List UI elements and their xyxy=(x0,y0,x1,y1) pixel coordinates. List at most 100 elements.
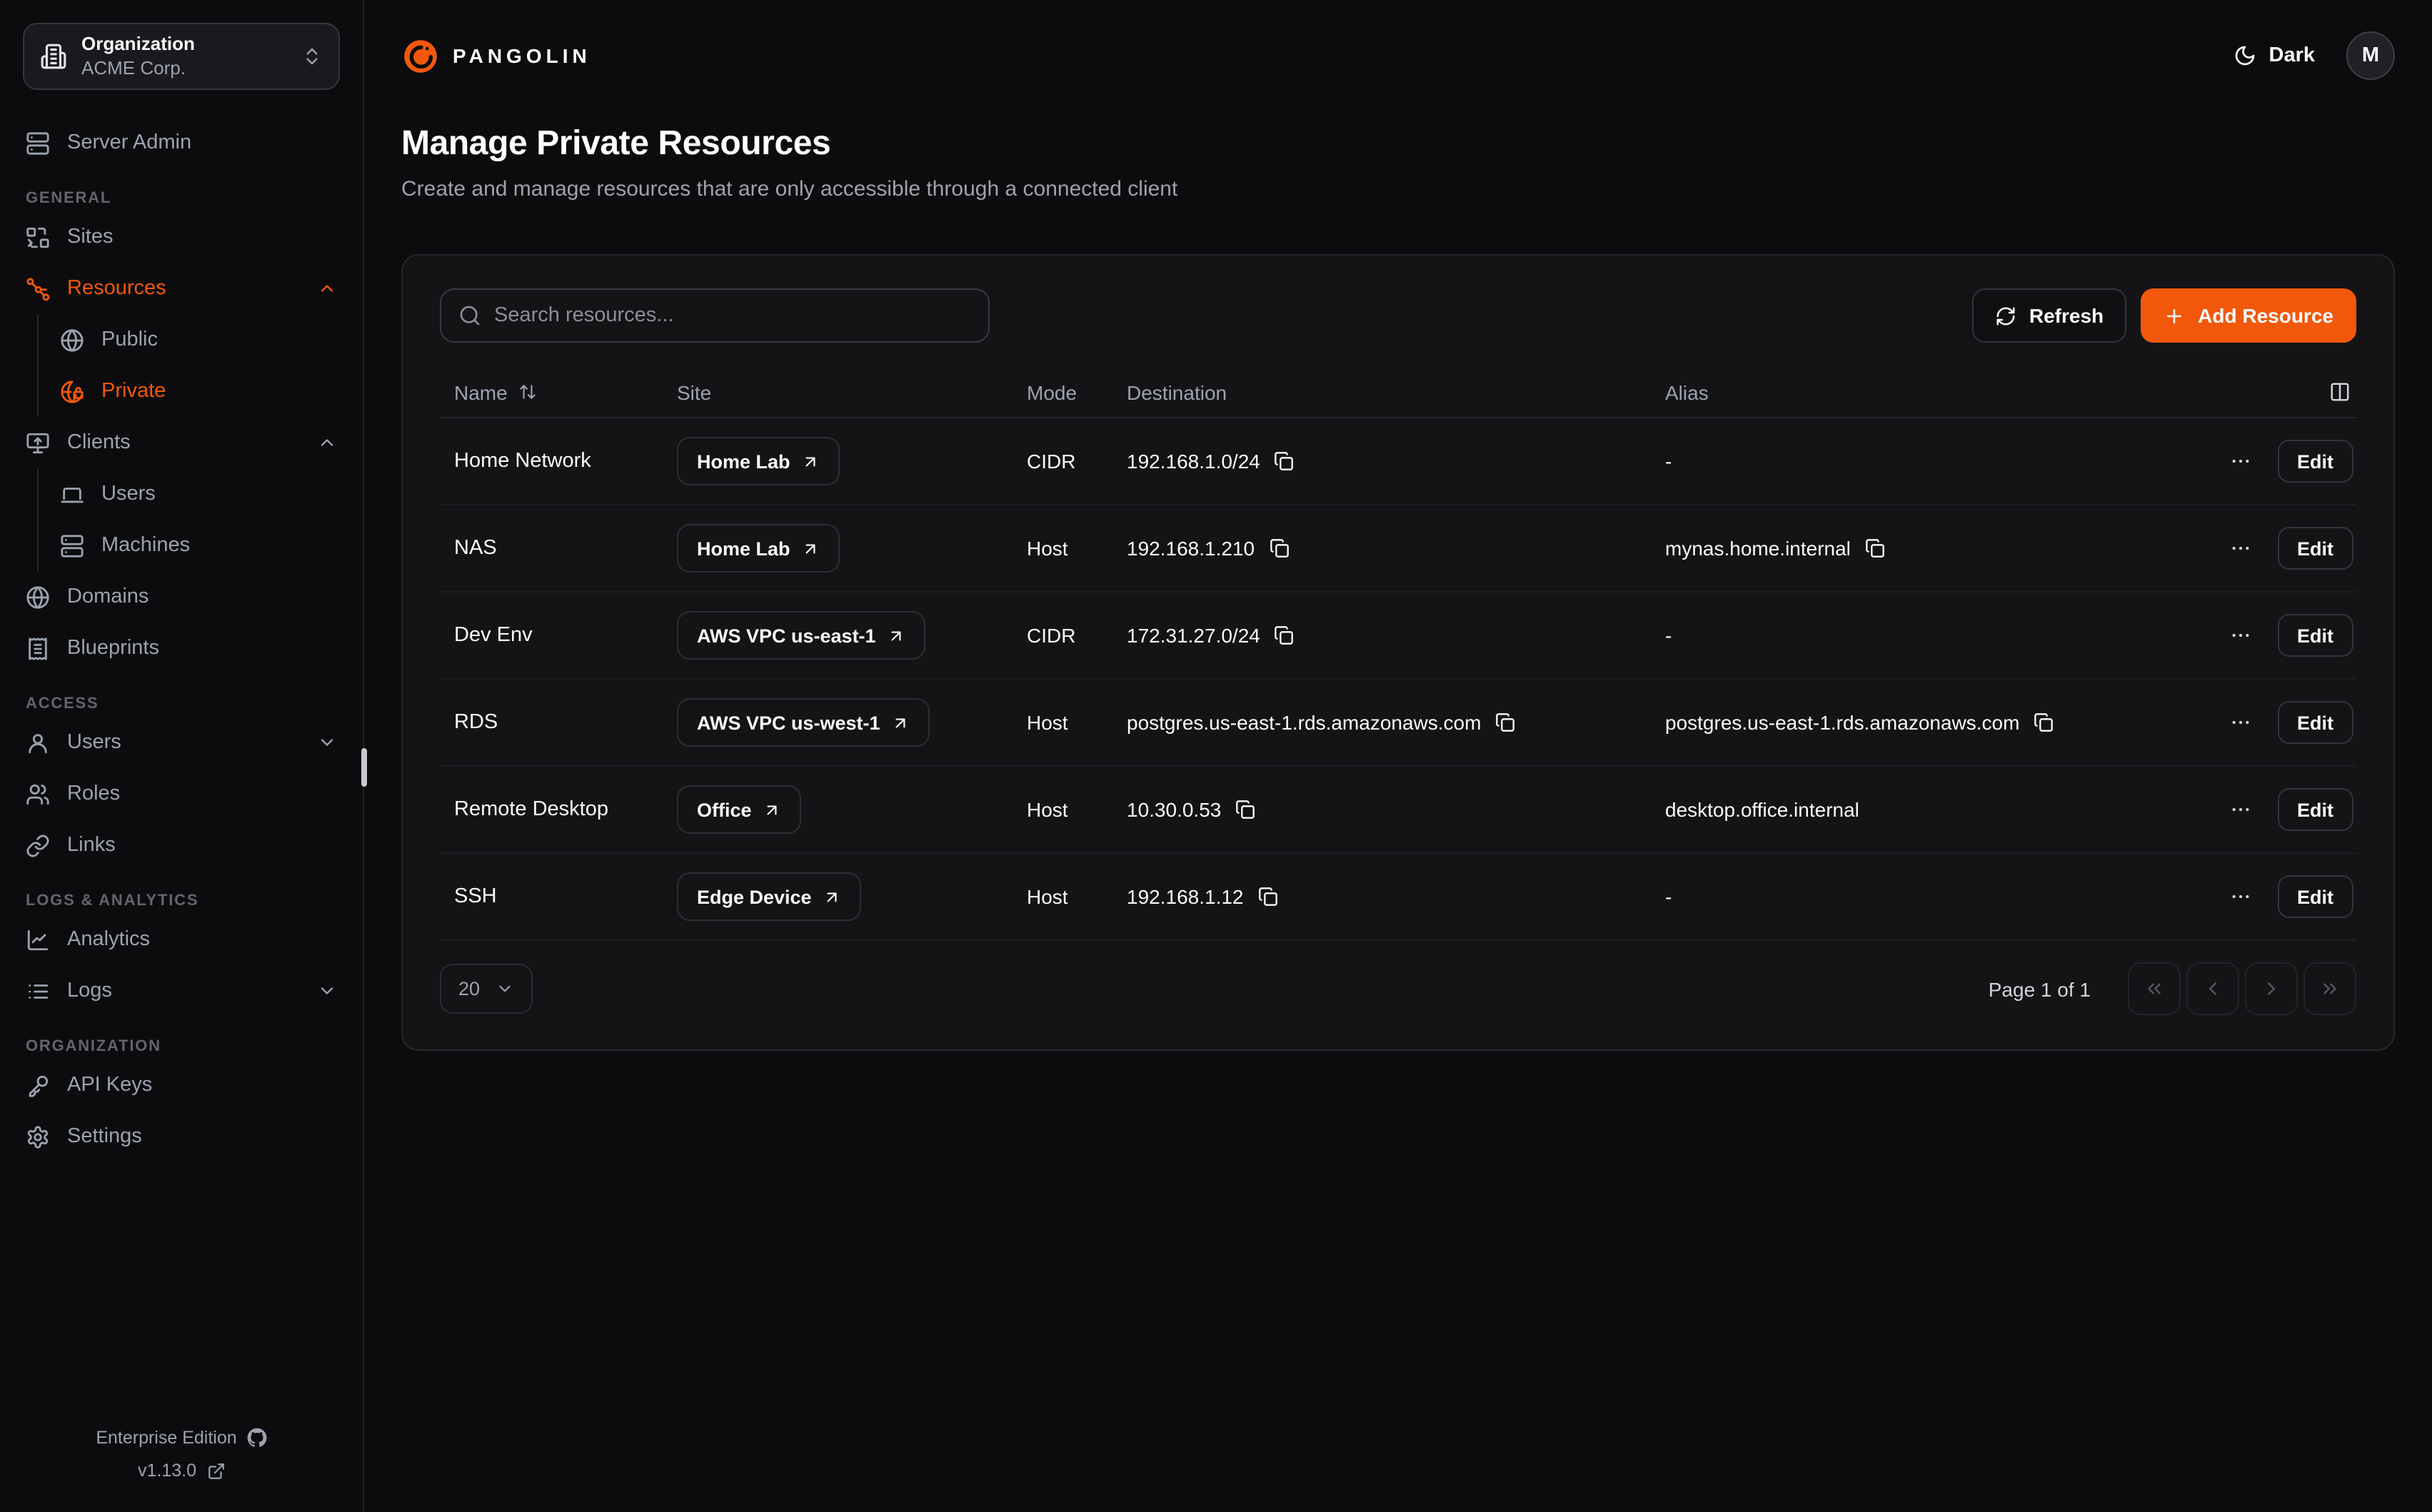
sidebar-item-api-keys[interactable]: API Keys xyxy=(23,1059,340,1111)
sidebar-footer: Enterprise Edition v1.13.0 xyxy=(23,1428,340,1486)
search-box[interactable] xyxy=(440,288,990,343)
copy-icon xyxy=(1495,712,1515,732)
edit-button[interactable]: Edit xyxy=(2277,527,2353,570)
sidebar-item-sites[interactable]: Sites xyxy=(23,211,340,263)
sidebar-item-users[interactable]: Users xyxy=(23,717,340,768)
sidebar-item-blueprints[interactable]: Blueprints xyxy=(23,623,340,674)
edit-button[interactable]: Edit xyxy=(2277,701,2353,744)
alias-copy-button[interactable] xyxy=(2034,712,2054,732)
edit-button[interactable]: Edit xyxy=(2277,875,2353,918)
destination-copy-button[interactable] xyxy=(1258,887,1278,907)
copy-icon xyxy=(1235,800,1255,820)
add-resource-button[interactable]: Add Resource xyxy=(2141,288,2356,343)
resource-alias: - xyxy=(1665,624,1672,647)
waypoints-icon xyxy=(26,276,50,301)
resource-name: Dev Env xyxy=(440,624,663,647)
row-menu-button[interactable] xyxy=(2226,711,2254,734)
site-link[interactable]: AWS VPC us-west-1 xyxy=(677,698,930,747)
row-menu-button[interactable] xyxy=(2226,537,2254,560)
version-line[interactable]: v1.13.0 xyxy=(23,1461,340,1481)
destination-copy-button[interactable] xyxy=(1235,800,1255,820)
sidebar-item-analytics[interactable]: Analytics xyxy=(23,914,340,965)
resource-mode: Host xyxy=(1013,537,1112,560)
row-menu-button[interactable] xyxy=(2226,624,2254,647)
sidebar-resize-handle[interactable] xyxy=(361,748,367,787)
ellipsis-icon xyxy=(2229,450,2251,473)
sidebar-item-machines[interactable]: Machines xyxy=(57,520,340,571)
sidebar-item-server-admin[interactable]: Server Admin xyxy=(23,117,340,168)
sidebar-item-roles[interactable]: Roles xyxy=(23,768,340,820)
site-link[interactable]: Edge Device xyxy=(677,872,862,921)
page-subtitle: Create and manage resources that are onl… xyxy=(401,177,2395,201)
card-toolbar: Refresh Add Resource xyxy=(440,288,2356,343)
sidebar-item-public[interactable]: Public xyxy=(57,314,340,366)
search-input[interactable] xyxy=(494,304,971,327)
prev-page-button[interactable] xyxy=(2186,962,2239,1015)
row-menu-button[interactable] xyxy=(2226,885,2254,908)
chevrons-left-icon xyxy=(2144,978,2165,999)
chart-line-icon xyxy=(26,927,50,952)
edit-button[interactable]: Edit xyxy=(2277,788,2353,831)
org-selector[interactable]: Organization ACME Corp. xyxy=(23,23,340,90)
link-icon xyxy=(26,833,50,857)
site-link[interactable]: Home Lab xyxy=(677,524,840,573)
resources-subgroup: Public Private xyxy=(37,314,340,417)
page-info: Page 1 of 1 xyxy=(1989,977,2091,1000)
destination-copy-button[interactable] xyxy=(1269,538,1289,558)
first-page-button[interactable] xyxy=(2128,962,2181,1015)
column-header-site: Site xyxy=(663,380,1013,403)
sites-icon xyxy=(26,225,50,249)
resource-name: SSH xyxy=(440,885,663,908)
monitor-up-icon xyxy=(26,430,50,455)
sidebar: Organization ACME Corp. Server Admin GEN… xyxy=(0,0,364,1512)
row-menu-button[interactable] xyxy=(2226,450,2254,473)
sidebar-item-resources[interactable]: Resources xyxy=(23,263,340,314)
edition-line[interactable]: Enterprise Edition xyxy=(23,1428,340,1448)
brand-logo[interactable]: PANGOLIN xyxy=(401,36,591,75)
site-link[interactable]: AWS VPC us-east-1 xyxy=(677,611,926,660)
copy-icon xyxy=(2034,712,2054,732)
moon-icon xyxy=(2233,44,2256,67)
edit-button[interactable]: Edit xyxy=(2277,440,2353,483)
laptop-icon xyxy=(60,482,84,506)
resource-destination: 192.168.1.210 xyxy=(1127,537,1255,560)
sidebar-item-logs[interactable]: Logs xyxy=(23,965,340,1017)
last-page-button[interactable] xyxy=(2303,962,2356,1015)
refresh-button[interactable]: Refresh xyxy=(1972,288,2126,343)
plus-icon xyxy=(2164,305,2185,326)
sidebar-item-clients[interactable]: Clients xyxy=(23,417,340,468)
column-header-name[interactable]: Name xyxy=(440,380,663,403)
chevron-down-icon xyxy=(496,979,514,998)
table-footer: 20 Page 1 of 1 xyxy=(440,962,2356,1015)
globe-icon xyxy=(26,585,50,609)
users-icon xyxy=(26,782,50,806)
chevron-up-icon xyxy=(317,433,337,453)
site-link[interactable]: Home Lab xyxy=(677,437,840,485)
sidebar-item-private[interactable]: Private xyxy=(57,366,340,417)
ellipsis-icon xyxy=(2229,537,2251,560)
destination-copy-button[interactable] xyxy=(1495,712,1515,732)
edit-button[interactable]: Edit xyxy=(2277,614,2353,657)
columns-icon[interactable] xyxy=(2329,381,2351,403)
row-menu-button[interactable] xyxy=(2226,798,2254,821)
destination-copy-button[interactable] xyxy=(1275,451,1295,471)
alias-copy-button[interactable] xyxy=(1865,538,1885,558)
sidebar-item-client-users[interactable]: Users xyxy=(57,468,340,520)
ellipsis-icon xyxy=(2229,711,2251,734)
brand-name: PANGOLIN xyxy=(453,44,591,67)
gear-icon xyxy=(26,1124,50,1149)
site-link[interactable]: Office xyxy=(677,785,802,834)
sidebar-item-domains[interactable]: Domains xyxy=(23,571,340,623)
avatar[interactable]: M xyxy=(2346,31,2395,80)
theme-toggle[interactable]: Dark xyxy=(2233,44,2316,67)
page-size-select[interactable]: 20 xyxy=(440,964,533,1014)
destination-copy-button[interactable] xyxy=(1275,625,1295,645)
user-icon xyxy=(26,730,50,755)
sidebar-item-links[interactable]: Links xyxy=(23,820,340,871)
main-content: PANGOLIN Dark M Manage Private Resources… xyxy=(364,0,2432,1512)
resource-name: NAS xyxy=(440,537,663,560)
sidebar-item-settings[interactable]: Settings xyxy=(23,1111,340,1162)
building-icon xyxy=(40,43,67,70)
next-page-button[interactable] xyxy=(2245,962,2298,1015)
column-header-mode: Mode xyxy=(1013,380,1112,403)
